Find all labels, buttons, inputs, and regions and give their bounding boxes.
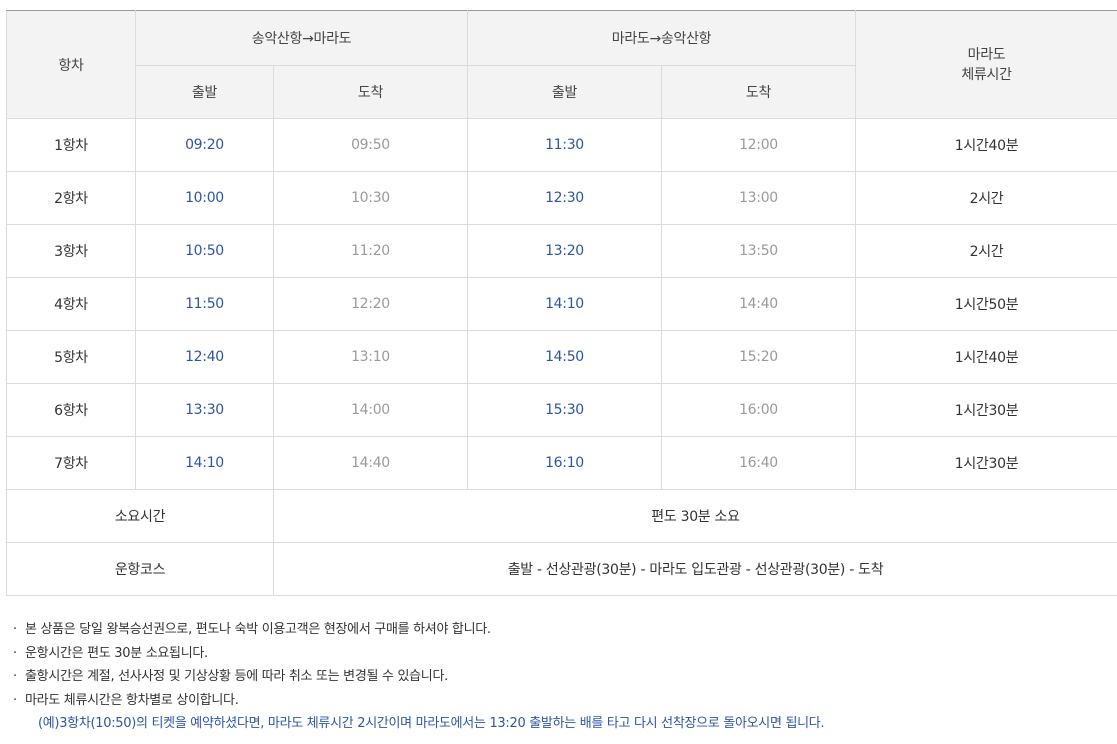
note-text: 본 상품은 당일 왕복승선권으로, 편도나 숙박 이용고객은 현장에서 구매를 … <box>25 622 491 637</box>
out-arrive-cell: 13:10 <box>273 330 468 384</box>
table-row: 2항차 10:00 10:30 12:30 13:00 2시간 <box>6 171 1117 225</box>
route-back-header: 마라도→송악산항 <box>467 10 856 66</box>
table-row: 6항차 13:30 14:00 15:30 16:00 1시간30분 <box>6 383 1117 437</box>
voyage-cell: 4항차 <box>6 277 136 331</box>
back-depart-cell: 13:20 <box>467 224 662 278</box>
out-depart-cell: 14:10 <box>135 436 274 490</box>
ferry-schedule-table: 항차 송악산항→마라도 마라도→송악산항 마라도 체류시간 출발 도착 출발 도… <box>6 10 1117 596</box>
back-depart-cell: 14:10 <box>467 277 662 331</box>
back-arrive-cell: 14:40 <box>661 277 856 331</box>
note-item: · 출항시간은 계절, 선사사정 및 기상상황 등에 따라 취소 또는 변경될 … <box>6 665 1111 689</box>
voyage-cell: 1항차 <box>6 118 136 172</box>
table-row: 5항차 12:40 13:10 14:50 15:20 1시간40분 <box>6 330 1117 384</box>
back-arrive-header: 도착 <box>661 65 856 119</box>
note-item: · 본 상품은 당일 왕복승선권으로, 편도나 숙박 이용고객은 현장에서 구매… <box>6 618 1111 642</box>
back-arrive-cell: 13:50 <box>661 224 856 278</box>
back-depart-cell: 14:50 <box>467 330 662 384</box>
course-row: 운항코스 출발 - 선상관광(30분) - 마라도 입도관광 - 선상관광(30… <box>6 542 1117 596</box>
out-arrive-cell: 09:50 <box>273 118 468 172</box>
duration-row: 소요시간 편도 30분 소요 <box>6 489 1117 543</box>
back-arrive-cell: 16:40 <box>661 436 856 490</box>
out-depart-cell: 11:50 <box>135 277 274 331</box>
course-label: 운항코스 <box>6 542 274 596</box>
out-depart-cell: 10:50 <box>135 224 274 278</box>
out-depart-cell: 09:20 <box>135 118 274 172</box>
stay-cell: 2시간 <box>855 171 1117 225</box>
stay-cell: 1시간50분 <box>855 277 1117 331</box>
route-out-header: 송악산항→마라도 <box>135 10 468 66</box>
table-row: 3항차 10:50 11:20 13:20 13:50 2시간 <box>6 224 1117 278</box>
stay-cell: 2시간 <box>855 224 1117 278</box>
out-depart-cell: 12:40 <box>135 330 274 384</box>
back-depart-cell: 12:30 <box>467 171 662 225</box>
note-bullet: · <box>13 622 17 637</box>
out-arrive-cell: 10:30 <box>273 171 468 225</box>
back-depart-header: 출발 <box>467 65 662 119</box>
voyage-cell: 3항차 <box>6 224 136 278</box>
stay-cell: 1시간30분 <box>855 436 1117 490</box>
out-arrive-cell: 11:20 <box>273 224 468 278</box>
table-row: 4항차 11:50 12:20 14:10 14:40 1시간50분 <box>6 277 1117 331</box>
stay-cell: 1시간30분 <box>855 383 1117 437</box>
note-bullet: · <box>13 692 17 708</box>
out-depart-cell: 13:30 <box>135 383 274 437</box>
out-depart-header: 출발 <box>135 65 274 119</box>
out-arrive-header: 도착 <box>273 65 468 119</box>
back-arrive-cell: 13:00 <box>661 171 856 225</box>
back-depart-cell: 15:30 <box>467 383 662 437</box>
table-row: 7항차 14:10 14:40 16:10 16:40 1시간30분 <box>6 436 1117 490</box>
duration-value: 편도 30분 소요 <box>273 489 1117 543</box>
stay-time-header: 마라도 체류시간 <box>855 10 1117 119</box>
note-bullet: · <box>13 645 17 661</box>
out-arrive-cell: 12:20 <box>273 277 468 331</box>
stay-header-line2: 체류시간 <box>961 66 1012 83</box>
note-text: 마라도 체류시간은 항차별로 상이합니다. <box>25 692 239 708</box>
back-depart-cell: 11:30 <box>467 118 662 172</box>
back-depart-cell: 16:10 <box>467 436 662 490</box>
out-arrive-cell: 14:00 <box>273 383 468 437</box>
note-bullet: · <box>13 669 17 684</box>
voyage-cell: 2항차 <box>6 171 136 225</box>
notes-section: · 본 상품은 당일 왕복승선권으로, 편도나 숙박 이용고객은 현장에서 구매… <box>6 618 1111 736</box>
course-value: 출발 - 선상관광(30분) - 마라도 입도관광 - 선상관광(30분) - … <box>273 542 1117 596</box>
stay-header-line1: 마라도 <box>967 46 1006 63</box>
out-depart-cell: 10:00 <box>135 171 274 225</box>
note-item: · 마라도 체류시간은 항차별로 상이합니다. <box>6 689 1111 713</box>
header-row-top: 항차 송악산항→마라도 마라도→송악산항 마라도 체류시간 <box>6 10 1117 119</box>
back-arrive-cell: 16:00 <box>661 383 856 437</box>
table-row: 1항차 09:20 09:50 11:30 12:00 1시간40분 <box>6 118 1117 172</box>
voyage-cell: 5항차 <box>6 330 136 384</box>
back-arrive-cell: 15:20 <box>661 330 856 384</box>
voyage-column-header: 항차 <box>6 10 136 119</box>
note-text: 운항시간은 편도 30분 소요됩니다. <box>25 645 208 661</box>
note-example: (예)3항차(10:50)의 티켓을 예약하셨다면, 마라도 체류시간 2시간이… <box>38 716 825 731</box>
out-arrive-cell: 14:40 <box>273 436 468 490</box>
voyage-cell: 7항차 <box>6 436 136 490</box>
stay-cell: 1시간40분 <box>855 330 1117 384</box>
duration-label: 소요시간 <box>6 489 274 543</box>
back-arrive-cell: 12:00 <box>661 118 856 172</box>
voyage-cell: 6항차 <box>6 383 136 437</box>
note-item: · 운항시간은 편도 30분 소요됩니다. <box>6 642 1111 666</box>
note-text: 출항시간은 계절, 선사사정 및 기상상황 등에 따라 취소 또는 변경될 수 … <box>25 669 448 684</box>
stay-cell: 1시간40분 <box>855 118 1117 172</box>
